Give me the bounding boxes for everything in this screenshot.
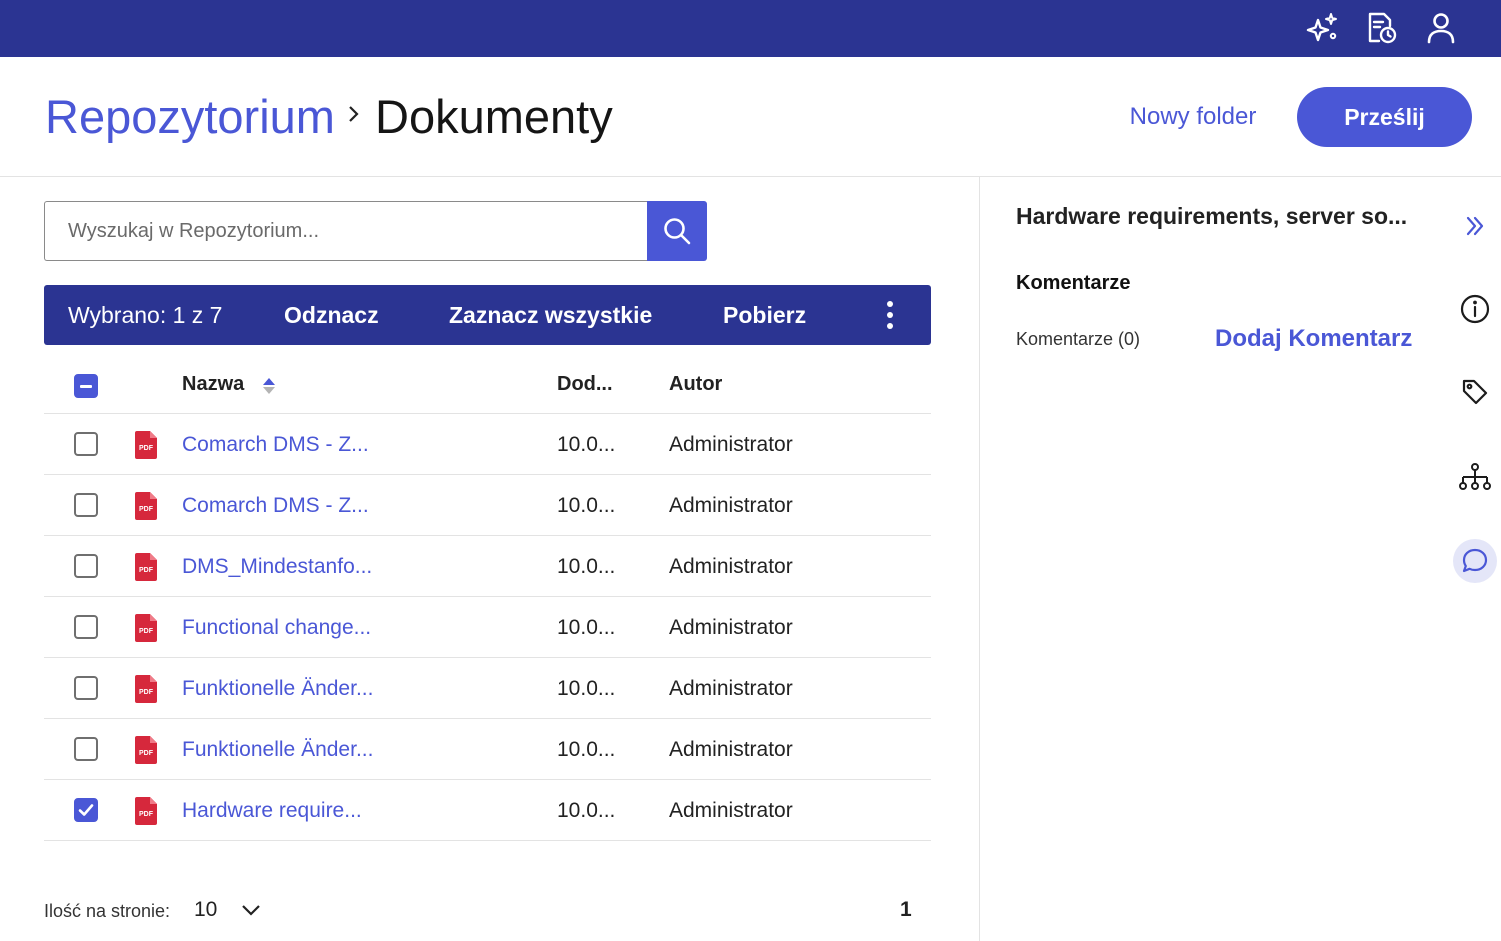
tag-icon[interactable] <box>1453 370 1497 414</box>
document-clock-icon[interactable] <box>1361 8 1401 48</box>
table-header: Nazwa Dod... Autor <box>44 355 931 414</box>
file-author: Administrator <box>669 799 793 822</box>
sort-icon[interactable] <box>261 376 277 396</box>
chevron-right-icon <box>349 106 359 122</box>
pdf-file-icon: PDF <box>135 431 157 459</box>
table-row[interactable]: PDF DMS_Mindestanfo... 10.0... Administrato… <box>44 536 931 597</box>
row-checkbox[interactable] <box>74 798 98 822</box>
file-name-link[interactable]: Comarch DMS - Z... <box>182 414 369 475</box>
top-bar <box>0 0 1501 57</box>
row-checkbox[interactable] <box>74 676 98 700</box>
select-all-checkbox[interactable] <box>74 374 98 398</box>
file-name-link[interactable]: Functional change... <box>182 597 371 658</box>
file-added-date: 10.0... <box>557 677 616 700</box>
hierarchy-icon[interactable] <box>1453 455 1497 499</box>
page-title: Dokumenty <box>375 90 613 143</box>
new-folder-button[interactable]: Nowy folder <box>1110 87 1276 147</box>
file-author: Administrator <box>669 738 793 761</box>
file-added-date: 10.0... <box>557 799 616 822</box>
page-number[interactable]: 1 <box>900 896 912 924</box>
column-header-name[interactable]: Nazwa <box>182 355 244 414</box>
row-checkbox[interactable] <box>74 615 98 639</box>
select-all-button[interactable]: Zaznacz wszystkie <box>449 285 652 345</box>
details-title: Hardware requirements, server so... <box>1016 203 1408 229</box>
file-type-label: PDF <box>139 445 154 452</box>
comment-icon[interactable] <box>1453 539 1497 583</box>
table-row[interactable]: PDF Funktionelle Änder... 10.0... Administr… <box>44 719 931 780</box>
row-checkbox[interactable] <box>74 737 98 761</box>
comments-heading: Komentarze <box>1016 272 1131 294</box>
file-type-label: PDF <box>139 811 154 818</box>
file-added-date: 10.0... <box>557 433 616 456</box>
table-row[interactable]: PDF Hardware require... 10.0... Administrat… <box>44 780 931 841</box>
download-button[interactable]: Pobierz <box>723 285 806 345</box>
file-type-label: PDF <box>139 689 154 696</box>
collapse-panel-icon[interactable] <box>1453 204 1497 248</box>
file-added-date: 10.0... <box>557 738 616 761</box>
chevron-down-icon[interactable] <box>240 900 262 920</box>
selection-count: Wybrano: 1 z 7 <box>68 302 223 328</box>
search-input[interactable] <box>44 201 648 261</box>
search-button[interactable] <box>647 201 707 261</box>
pdf-file-icon: PDF <box>135 614 157 642</box>
table-row[interactable]: PDF Comarch DMS - Z... 10.0... Administrato… <box>44 475 931 536</box>
upload-button[interactable]: Prześlij <box>1297 87 1472 147</box>
file-name-link[interactable]: DMS_Mindestanfo... <box>182 536 372 597</box>
row-checkbox[interactable] <box>74 554 98 578</box>
selection-toolbar: Wybrano: 1 z 7 Odznacz Zaznacz wszystkie… <box>44 285 931 345</box>
page-header: Repozytorium Dokumenty Nowy folder Prześ… <box>0 57 1501 177</box>
per-page-label: Ilość na stronie: <box>44 901 171 921</box>
file-added-date: 10.0... <box>557 555 616 578</box>
file-added-date: 10.0... <box>557 494 616 517</box>
table-row[interactable]: PDF Funktionelle Änder... 10.0... Administr… <box>44 658 931 719</box>
file-type-label: PDF <box>139 506 154 513</box>
row-checkbox[interactable] <box>74 493 98 517</box>
table-row[interactable]: PDF Comarch DMS - Z... 10.0... Administrato… <box>44 414 931 475</box>
file-type-label: PDF <box>139 750 154 757</box>
comments-count: Komentarze (0) <box>1016 329 1141 349</box>
file-author: Administrator <box>669 494 793 517</box>
file-author: Administrator <box>669 555 793 578</box>
search-icon <box>664 218 691 245</box>
panel-divider <box>979 177 980 941</box>
add-comment-button[interactable]: Dodaj Komentarz <box>1215 324 1412 354</box>
file-author: Administrator <box>669 433 793 456</box>
file-type-label: PDF <box>139 567 154 574</box>
deselect-button[interactable]: Odznacz <box>284 285 379 345</box>
pdf-file-icon: PDF <box>135 553 157 581</box>
row-checkbox[interactable] <box>74 432 98 456</box>
file-author: Administrator <box>669 677 793 700</box>
file-name-link[interactable]: Funktionelle Änder... <box>182 719 373 780</box>
file-author: Administrator <box>669 616 793 639</box>
file-type-label: PDF <box>139 628 154 635</box>
pdf-file-icon: PDF <box>135 736 157 764</box>
pdf-file-icon: PDF <box>135 492 157 520</box>
per-page-select[interactable]: 10 <box>194 896 217 924</box>
column-header-added[interactable]: Dod... <box>557 355 613 414</box>
pdf-file-icon: PDF <box>135 675 157 703</box>
table-row[interactable]: PDF Functional change... 10.0... Administra… <box>44 597 931 658</box>
breadcrumb-root[interactable]: Repozytorium <box>45 89 335 145</box>
more-options-icon[interactable] <box>880 299 900 331</box>
file-name-link[interactable]: Comarch DMS - Z... <box>182 475 369 536</box>
column-header-author[interactable]: Autor <box>669 355 722 414</box>
user-icon[interactable] <box>1421 8 1461 48</box>
file-added-date: 10.0... <box>557 616 616 639</box>
sparkles-icon[interactable] <box>1302 8 1342 48</box>
file-name-link[interactable]: Funktionelle Änder... <box>182 658 373 719</box>
file-name-link[interactable]: Hardware require... <box>182 780 362 841</box>
info-icon[interactable] <box>1453 287 1497 331</box>
pdf-file-icon: PDF <box>135 797 157 825</box>
